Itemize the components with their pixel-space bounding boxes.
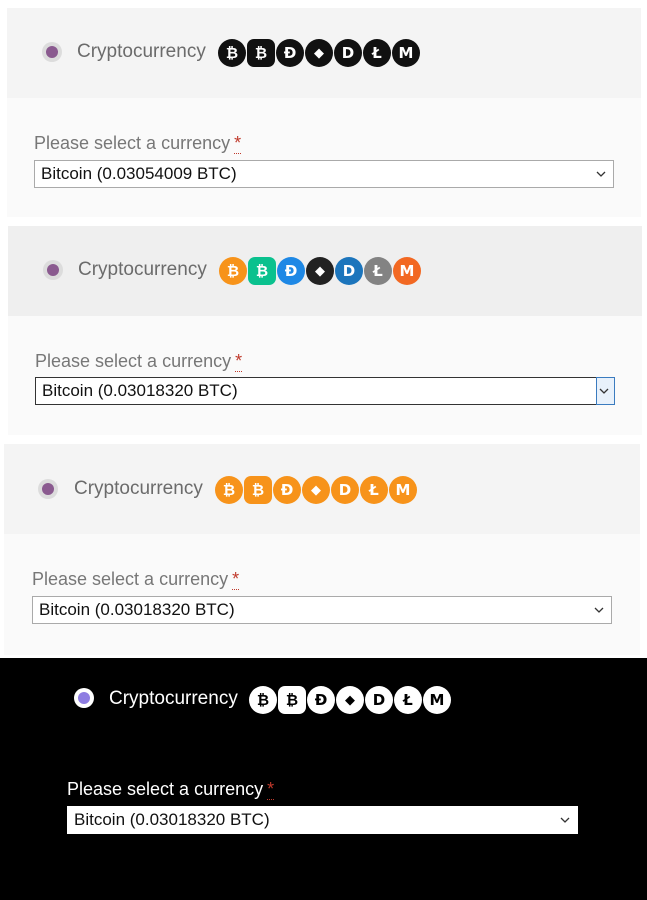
currency-field-label: Please select a currency *	[35, 350, 243, 372]
currency-select-value: Bitcoin (0.03054009 BTC)	[41, 164, 237, 183]
ethereum-icon: ◆	[306, 257, 334, 285]
currency-select[interactable]: Bitcoin (0.03018320 BTC)	[32, 596, 612, 624]
currency-field-label-text: Please select a currency	[35, 351, 232, 371]
chevron-down-icon	[592, 603, 606, 617]
currency-select-value: Bitcoin (0.03018320 BTC)	[39, 600, 235, 619]
bitcoin-cash-icon: ₿	[278, 686, 306, 714]
cryptocurrency-radio[interactable]	[38, 479, 58, 499]
currency-field-label-text: Please select a currency	[67, 779, 264, 799]
bitcoin-cash-icon: ₿	[244, 476, 272, 504]
currency-form: Please select a currency * Bitcoin (0.030…	[7, 98, 641, 217]
chevron-down-icon	[597, 384, 611, 398]
payment-panel-1: Cryptocurrency ₿ ₿ Đ ◆ D Ł M Please select a c…	[7, 8, 641, 217]
bitcoin-icon: ₿	[249, 686, 277, 714]
dogecoin-icon: Đ	[276, 39, 304, 67]
bitcoin-icon: ₿	[218, 39, 246, 67]
dogecoin-icon: Đ	[277, 257, 305, 285]
currency-form: Please select a currency * Bitcoin (0.030…	[8, 316, 642, 435]
payment-method-header: Cryptocurrency ₿ ₿ Đ ◆ D Ł M	[7, 8, 641, 98]
ethereum-icon: ◆	[336, 686, 364, 714]
currency-select[interactable]: Bitcoin (0.03054009 BTC)	[34, 160, 614, 188]
chevron-down-icon	[594, 167, 608, 181]
required-mark: *	[267, 779, 275, 800]
cryptocurrency-label: Cryptocurrency	[77, 41, 206, 62]
currency-field-label: Please select a currency *	[34, 132, 242, 154]
required-mark: *	[232, 569, 240, 590]
currency-field-label: Please select a currency *	[32, 568, 240, 590]
dash-icon: D	[365, 686, 393, 714]
ethereum-icon: ◆	[305, 39, 333, 67]
currency-form: Please select a currency * Bitcoin (0.030…	[4, 534, 640, 655]
litecoin-icon: Ł	[363, 39, 391, 67]
bitcoin-icon: ₿	[215, 476, 243, 504]
currency-field-label-text: Please select a currency	[34, 133, 231, 153]
dash-icon: D	[335, 257, 363, 285]
dogecoin-icon: Đ	[273, 476, 301, 504]
payment-panel-4: Cryptocurrency ₿ ₿ Đ ◆ D Ł M Please select a c…	[0, 658, 647, 900]
coin-icons: ₿ ₿ Đ ◆ D Ł M	[249, 686, 451, 715]
currency-select-value: Bitcoin (0.03018320 BTC)	[74, 810, 270, 829]
bitcoin-cash-icon: ₿	[248, 257, 276, 285]
payment-panel-3: Cryptocurrency ₿ ₿ Đ ◆ D Ł M Please select a c…	[4, 444, 640, 655]
bitcoin-cash-icon: ₿	[247, 39, 275, 67]
cryptocurrency-label: Cryptocurrency	[74, 478, 203, 499]
cryptocurrency-radio[interactable]	[74, 688, 94, 708]
cryptocurrency-radio[interactable]	[42, 42, 62, 62]
coin-icons: ₿ ₿ Đ ◆ D Ł M	[219, 257, 421, 286]
currency-field-label-text: Please select a currency	[32, 569, 229, 589]
dogecoin-icon: Đ	[307, 686, 335, 714]
payment-panel-2: Cryptocurrency ₿ ₿ Đ ◆ D Ł M Please select a c…	[8, 226, 642, 435]
cryptocurrency-label: Cryptocurrency	[78, 259, 207, 280]
currency-form: Please select a currency * Bitcoin (0.030…	[0, 748, 647, 868]
cryptocurrency-label: Cryptocurrency	[109, 688, 238, 709]
cryptocurrency-radio[interactable]	[43, 260, 63, 280]
payment-method-header: Cryptocurrency ₿ ₿ Đ ◆ D Ł M	[4, 444, 640, 534]
currency-select-value: Bitcoin (0.03018320 BTC)	[42, 381, 238, 400]
dash-icon: D	[334, 39, 362, 67]
chevron-down-icon	[558, 813, 572, 827]
litecoin-icon: Ł	[394, 686, 422, 714]
coin-icons: ₿ ₿ Đ ◆ D Ł M	[218, 39, 420, 68]
litecoin-icon: Ł	[360, 476, 388, 504]
required-mark: *	[235, 351, 243, 372]
monero-icon: M	[393, 257, 421, 285]
dash-icon: D	[331, 476, 359, 504]
litecoin-icon: Ł	[364, 257, 392, 285]
currency-select[interactable]: Bitcoin (0.03018320 BTC)	[67, 806, 578, 834]
bitcoin-icon: ₿	[219, 257, 247, 285]
coin-icons: ₿ ₿ Đ ◆ D Ł M	[215, 476, 417, 505]
payment-method-header: Cryptocurrency ₿ ₿ Đ ◆ D Ł M	[0, 658, 647, 748]
monero-icon: M	[389, 476, 417, 504]
monero-icon: M	[423, 686, 451, 714]
payment-method-header: Cryptocurrency ₿ ₿ Đ ◆ D Ł M	[8, 226, 642, 316]
required-mark: *	[234, 133, 242, 154]
ethereum-icon: ◆	[302, 476, 330, 504]
currency-select[interactable]: Bitcoin (0.03018320 BTC)	[35, 377, 615, 405]
monero-icon: M	[392, 39, 420, 67]
currency-field-label: Please select a currency *	[67, 778, 275, 800]
